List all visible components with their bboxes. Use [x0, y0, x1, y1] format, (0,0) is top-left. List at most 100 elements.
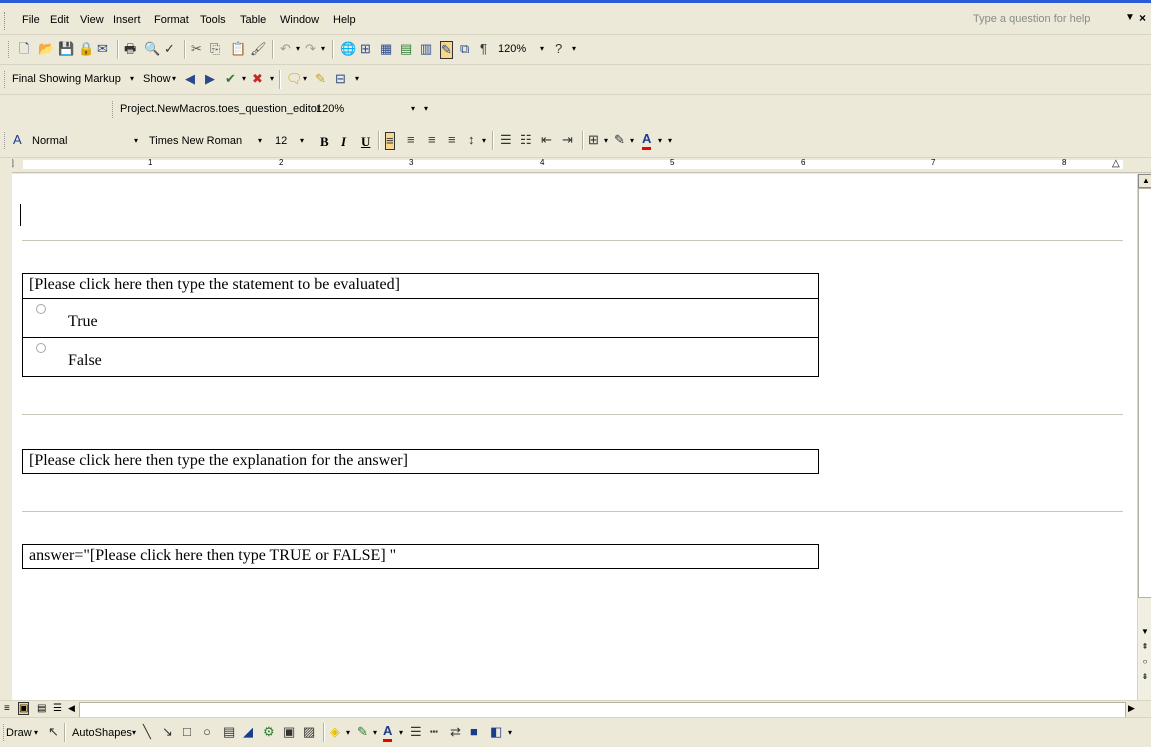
- insert-comment-icon[interactable]: 🗨: [286, 71, 303, 87]
- toolbar-options-icon[interactable]: ▾: [355, 74, 359, 83]
- hyperlink-icon[interactable]: 🌐: [340, 41, 356, 57]
- statement-prompt[interactable]: [Please click here then type the stateme…: [29, 276, 400, 294]
- menu-help[interactable]: Help: [333, 14, 356, 26]
- toolbar-options-icon[interactable]: ▾: [508, 728, 512, 737]
- menu-view[interactable]: View: [80, 14, 104, 26]
- 3d-style-icon[interactable]: ◧: [490, 724, 502, 740]
- false-option-row[interactable]: False: [23, 338, 818, 376]
- redo-icon[interactable]: ↷: [305, 41, 316, 57]
- menu-edit[interactable]: Edit: [50, 14, 69, 26]
- toolbar-grip[interactable]: [8, 41, 11, 58]
- toolbar-options-icon[interactable]: ▾: [424, 104, 428, 113]
- underline-button[interactable]: U: [361, 134, 370, 150]
- insert-table-icon[interactable]: ▦: [380, 41, 392, 57]
- font-color-icon[interactable]: A: [642, 131, 652, 150]
- show-hide-icon[interactable]: ¶: [480, 41, 487, 57]
- draw-menu-button[interactable]: Draw: [6, 727, 32, 739]
- reject-dropdown-icon[interactable]: ▾: [270, 74, 274, 83]
- font-color-dropdown-icon[interactable]: ▾: [399, 728, 403, 737]
- style-select[interactable]: Normal: [32, 135, 67, 147]
- macro-zoom-dropdown-icon[interactable]: ▾: [411, 104, 415, 113]
- autoshapes-dropdown-icon[interactable]: ▾: [132, 728, 136, 737]
- scroll-left-icon[interactable]: ◀: [68, 703, 75, 714]
- undo-icon[interactable]: ↶: [280, 41, 291, 57]
- scroll-up-icon[interactable]: ▲: [1138, 174, 1151, 188]
- explanation-prompt[interactable]: [Please click here then type the explana…: [29, 452, 408, 470]
- drawing-icon[interactable]: ✎: [440, 41, 453, 59]
- web-layout-view-icon[interactable]: ▣: [18, 702, 30, 715]
- font-dropdown-icon[interactable]: ▾: [258, 136, 262, 145]
- toolbar-options-icon[interactable]: ▾: [668, 136, 672, 145]
- explanation-table[interactable]: [Please click here then type the explana…: [22, 449, 819, 474]
- borders-dropdown-icon[interactable]: ▾: [604, 136, 608, 145]
- scroll-down-icon[interactable]: ▼: [1138, 626, 1151, 638]
- diagram-icon[interactable]: ⚙: [263, 724, 275, 740]
- menu-table[interactable]: Table: [240, 14, 266, 26]
- previous-page-icon[interactable]: ⇞: [1138, 641, 1151, 653]
- select-objects-icon[interactable]: ↖: [48, 724, 59, 740]
- font-color-dropdown-icon[interactable]: ▾: [658, 136, 662, 145]
- undo-dropdown-icon[interactable]: ▾: [296, 44, 300, 53]
- numbering-icon[interactable]: ☰: [500, 132, 512, 148]
- text-box-icon[interactable]: ▤: [223, 724, 235, 740]
- toolbar-grip[interactable]: [4, 71, 7, 88]
- line-spacing-icon[interactable]: ↕: [468, 132, 475, 148]
- justify-icon[interactable]: ≡: [448, 132, 456, 148]
- highlight-dropdown-icon[interactable]: ▾: [630, 136, 634, 145]
- macro-zoom-box[interactable]: 120%: [316, 103, 344, 115]
- font-size-select[interactable]: 12: [275, 135, 287, 147]
- copy-icon[interactable]: ⎘: [210, 41, 220, 57]
- italic-button[interactable]: I: [341, 134, 346, 150]
- answer-prompt[interactable]: answer="[Please click here then type TRU…: [29, 547, 396, 565]
- align-left-icon[interactable]: ≡: [385, 132, 395, 150]
- true-option-row[interactable]: True: [23, 299, 818, 338]
- print-icon[interactable]: 🖶: [124, 41, 136, 57]
- document-page[interactable]: [Please click here then type the stateme…: [12, 174, 1137, 700]
- accept-change-icon[interactable]: ✔: [225, 71, 236, 87]
- spelling-icon[interactable]: ✓: [164, 41, 175, 57]
- menu-bar-grip[interactable]: [4, 12, 8, 30]
- arrow-icon[interactable]: ↘: [162, 724, 173, 740]
- borders-icon[interactable]: ⊞: [588, 132, 599, 148]
- tables-borders-icon[interactable]: ⊞: [360, 41, 371, 57]
- normal-view-icon[interactable]: ≡: [4, 703, 10, 714]
- reject-change-icon[interactable]: ✖: [252, 71, 263, 87]
- zoom-box[interactable]: 120%: [498, 43, 526, 55]
- menu-insert[interactable]: Insert: [113, 14, 141, 26]
- next-page-icon[interactable]: ⇟: [1138, 671, 1151, 683]
- clip-art-icon[interactable]: ▣: [283, 724, 295, 740]
- open-icon[interactable]: 📂: [38, 41, 54, 57]
- columns-icon[interactable]: ▥: [420, 41, 432, 57]
- insert-excel-icon[interactable]: ▤: [400, 41, 412, 57]
- permission-icon[interactable]: 🔒: [78, 41, 94, 57]
- next-change-icon[interactable]: ▶: [205, 71, 215, 87]
- bold-button[interactable]: B: [320, 134, 329, 150]
- line-spacing-dropdown-icon[interactable]: ▾: [482, 136, 486, 145]
- menu-window[interactable]: Window: [280, 14, 319, 26]
- font-select[interactable]: Times New Roman: [149, 135, 242, 147]
- align-center-icon[interactable]: ≡: [407, 132, 415, 148]
- insert-picture-icon[interactable]: ▨: [303, 724, 315, 740]
- fill-color-dropdown-icon[interactable]: ▾: [346, 728, 350, 737]
- dash-style-icon[interactable]: ┅: [430, 724, 438, 740]
- horizontal-scroll-track[interactable]: [79, 702, 1126, 718]
- scroll-thumb[interactable]: [1138, 188, 1151, 598]
- right-indent-marker-icon[interactable]: △: [1112, 158, 1120, 169]
- false-radio-button[interactable]: [36, 343, 46, 353]
- line-style-icon[interactable]: ☰: [410, 724, 422, 740]
- help-dropdown-icon[interactable]: ▼: [1125, 12, 1135, 23]
- cut-icon[interactable]: ✂: [191, 41, 202, 57]
- macro-name-select[interactable]: Project.NewMacros.toes_question_editor: [120, 103, 321, 115]
- show-menu-button[interactable]: Show: [143, 73, 171, 85]
- print-preview-icon[interactable]: 🔍: [144, 41, 160, 57]
- toolbar-options-icon[interactable]: ▾: [572, 44, 576, 53]
- line-color-dropdown-icon[interactable]: ▾: [373, 728, 377, 737]
- display-for-review-select[interactable]: Final Showing Markup: [12, 73, 121, 85]
- help-search-input[interactable]: Type a question for help: [973, 13, 1090, 25]
- toolbar-grip[interactable]: [4, 132, 7, 149]
- vertical-scrollbar[interactable]: ▲ ▼ ⇞ ○ ⇟: [1137, 174, 1151, 700]
- select-browse-object-icon[interactable]: ○: [1138, 656, 1151, 668]
- print-layout-view-icon[interactable]: ▤: [37, 703, 46, 714]
- rectangle-icon[interactable]: □: [183, 724, 191, 740]
- oval-icon[interactable]: ○: [203, 724, 211, 740]
